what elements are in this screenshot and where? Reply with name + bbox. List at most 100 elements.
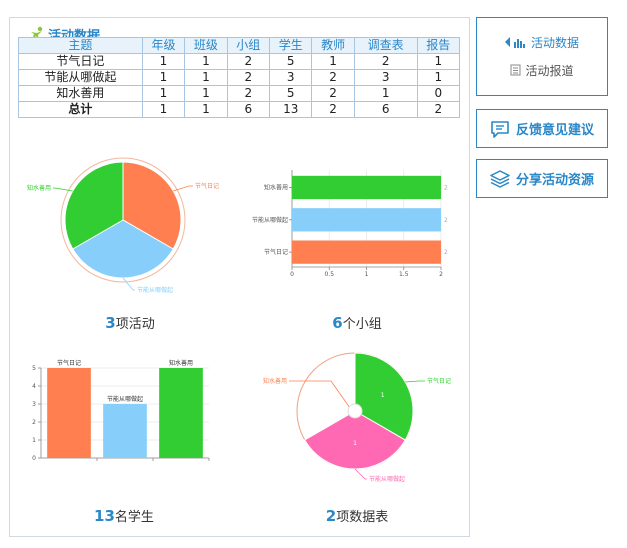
table-cell: 0 (416, 85, 461, 102)
pie-slice-label: 知水善用 (263, 377, 287, 385)
x-tick-label: 0 (290, 271, 294, 278)
y-tick-label: 2 (32, 419, 36, 426)
pie-slice-label: 节气日记 (427, 377, 451, 385)
students-caption: 13名学生 (94, 507, 154, 525)
pie-slice-label: 节能从哪做起 (137, 286, 173, 294)
table-cell: 1 (141, 85, 186, 102)
column-header: 小组 (226, 37, 271, 54)
column-header: 班级 (184, 37, 228, 54)
x-tick-label: 0.5 (324, 271, 334, 278)
pie-leader-line (354, 468, 367, 480)
bar (292, 175, 441, 200)
bar (292, 208, 441, 232)
bar (103, 404, 147, 458)
share-button-label: 分享活动资源 (515, 173, 594, 188)
bar-value-label: 2 (444, 217, 448, 224)
activities-caption: 3项活动 (105, 314, 155, 332)
table-cell: 2 (353, 53, 418, 70)
y-tick-label: 0 (32, 455, 36, 462)
table-cell: 2 (226, 85, 271, 102)
groups-caption: 6个小组 (332, 314, 382, 332)
y-tick-label: 1 (32, 437, 36, 444)
chat-bubble-icon (491, 120, 509, 138)
sidebar-item-activity-report[interactable]: 活动报道 (477, 60, 607, 80)
sidebar-item-activity-data[interactable]: 活动数据 (477, 32, 607, 52)
table-cell: 3 (268, 69, 313, 86)
pie-leader-line (405, 380, 425, 383)
column-header: 教师 (311, 37, 355, 54)
document-icon (510, 64, 521, 76)
table-row: 节气日记 1 1 2 5 1 2 1 (18, 53, 461, 70)
table-cell: 2 (311, 85, 355, 102)
bar (159, 368, 203, 458)
table-cell: 1 (141, 69, 186, 86)
table-cell: 节能从哪做起 (18, 69, 143, 86)
column-header: 报告 (416, 37, 461, 54)
y-tick-label: 节能从哪做起 (252, 216, 288, 224)
table-cell: 1 (184, 101, 228, 118)
pie-slice-value: 1 (381, 392, 385, 399)
table-row: 节能从哪做起 1 1 2 3 2 3 1 (18, 69, 461, 86)
pie-slice-label: 知水善用 (27, 184, 51, 192)
sidebar-menu: 活动数据 活动报道 (476, 17, 608, 96)
bar-label: 知水善用 (169, 359, 193, 367)
bar-chart-icon (504, 37, 525, 48)
activities-pie-chart: 节气日记节能从哪做起 知水善用 (27, 157, 219, 294)
table-cell: 总计 (18, 101, 143, 118)
layers-icon (490, 169, 510, 188)
table-cell: 5 (268, 53, 313, 70)
y-tick-label: 5 (32, 365, 36, 372)
table-cell: 节气日记 (18, 53, 143, 70)
table-cell: 知水善用 (18, 85, 143, 102)
pie-slice-label: 节气日记 (195, 182, 219, 190)
column-header: 主题 (18, 37, 143, 54)
x-tick-label: 2 (439, 271, 443, 278)
x-tick-label: 1.5 (399, 271, 409, 278)
bar-value-label: 2 (444, 184, 448, 191)
y-tick-label: 节气日记 (264, 248, 288, 256)
table-cell: 1 (184, 53, 228, 70)
sidebar-item-label: 活动数据 (530, 35, 579, 50)
table-cell: 2 (311, 69, 355, 86)
column-header: 调查表 (353, 37, 418, 54)
table-cell: 1 (141, 53, 186, 70)
table-cell: 6 (226, 101, 271, 118)
y-tick-label: 4 (32, 383, 36, 390)
pie-slice-value: 1 (353, 440, 357, 447)
bar (47, 368, 91, 458)
share-resources-button[interactable]: 分享活动资源 (476, 159, 608, 198)
bar-value-label: 2 (444, 249, 448, 256)
table-cell: 3 (353, 69, 418, 86)
surveys-pie-chart: 1 节气日记 1 节能从哪做起 知水善用 (263, 352, 451, 483)
y-tick-label: 知水善用 (264, 183, 288, 191)
table-cell: 1 (184, 85, 228, 102)
surveys-caption: 2项数据表 (325, 507, 389, 525)
table-cell: 6 (353, 101, 418, 118)
summary-table: 主题 年级 班级 小组 学生 教师 调查表 报告 节气日记 1 1 2 5 1 … (18, 37, 461, 118)
table-total-row: 总计 1 1 6 13 2 6 2 (18, 101, 461, 118)
table-header-row: 主题 年级 班级 小组 学生 教师 调查表 报告 (18, 37, 461, 54)
y-tick-label: 3 (32, 401, 36, 408)
table-cell: 5 (268, 85, 313, 102)
pie-slice-label: 节能从哪做起 (369, 475, 405, 483)
table-cell: 1 (141, 101, 186, 118)
table-cell: 1 (311, 53, 355, 70)
column-header: 学生 (268, 37, 313, 54)
column-header: 年级 (141, 37, 186, 54)
groups-bar-chart: 0 0.5 1 1.5 2 知水善用 2 节能从哪做起 2 节气日记 2 (252, 170, 448, 278)
table-cell: 2 (226, 53, 271, 70)
table-cell: 1 (416, 69, 461, 86)
x-tick-label: 1 (365, 271, 369, 278)
table-row: 知水善用 1 1 2 5 2 1 0 (18, 85, 461, 102)
table-cell: 2 (416, 101, 461, 118)
feedback-button-label: 反馈意见建议 (515, 123, 594, 138)
table-cell: 2 (226, 69, 271, 86)
bar-label: 节能从哪做起 (107, 395, 143, 403)
feedback-button[interactable]: 反馈意见建议 (476, 109, 608, 148)
sidebar-item-label: 活动报道 (525, 63, 574, 78)
table-cell: 2 (311, 101, 355, 118)
bar (292, 240, 441, 264)
students-bar-chart: 0 1 2 3 4 5 节气日记节能从哪做起 知水善用 (32, 359, 210, 462)
table-cell: 1 (353, 85, 418, 102)
pie-leader-line (122, 277, 135, 291)
